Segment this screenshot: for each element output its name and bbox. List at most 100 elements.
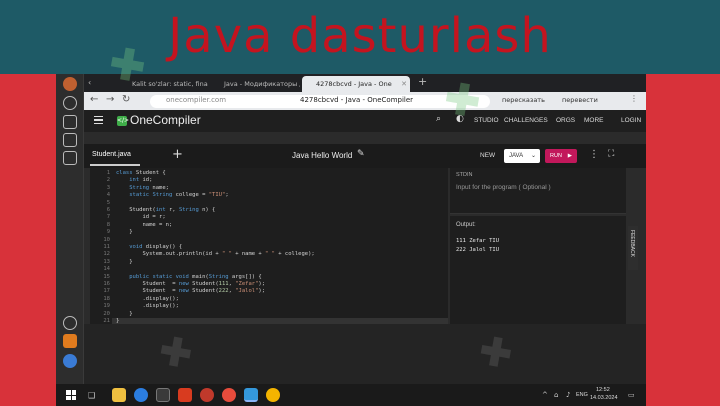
office-icon[interactable]	[178, 388, 192, 402]
line-number: 5	[106, 199, 110, 206]
add-file-icon[interactable]: +	[172, 147, 183, 162]
tray-chevron-icon[interactable]: ^	[542, 391, 548, 399]
stdin-label: STDIN	[456, 172, 473, 178]
assistant-icon[interactable]	[63, 354, 77, 368]
code-line: }	[116, 310, 133, 317]
notes-icon[interactable]	[63, 133, 77, 147]
nav-orgs[interactable]: ORGS	[556, 117, 575, 124]
code-line: Student(int r, String n) {	[116, 207, 216, 213]
feedback-label: FEEDBACK	[629, 230, 635, 257]
output-line: 222 Jalol TIU	[456, 247, 500, 253]
file-explorer-icon[interactable]	[112, 388, 126, 402]
language-indicator[interactable]: ENG	[576, 392, 588, 398]
telegram-icon[interactable]	[244, 388, 258, 402]
translate-button[interactable]: перевести	[562, 96, 598, 104]
nav-studio[interactable]: STUDIO	[474, 117, 499, 124]
page-bottom-area	[84, 324, 646, 384]
windows-start-icon[interactable]	[66, 390, 76, 400]
code-line: System.out.println(id + " " + name + " "…	[116, 251, 315, 258]
menu-icon[interactable]: ⋮	[630, 94, 638, 103]
line-number: 6	[106, 207, 110, 213]
line-number: 8	[106, 221, 110, 228]
run-label: RUN	[550, 153, 562, 159]
forward-icon[interactable]: →	[106, 94, 114, 105]
edit-title-icon[interactable]: ✎	[357, 149, 365, 159]
code-line: Student = new Student(111, "Zefar");	[116, 281, 266, 287]
code-line: }	[116, 229, 133, 236]
chrome-icon[interactable]	[266, 388, 280, 402]
line-number: 9	[106, 229, 110, 236]
fullscreen-icon[interactable]: ⛶	[608, 149, 614, 159]
project-title: Java Hello World	[292, 151, 353, 160]
stdin-panel[interactable]: STDIN Input for the program ( Optional )	[450, 168, 626, 214]
clock-icon[interactable]	[63, 96, 77, 110]
line-number: 15	[103, 273, 110, 280]
tab-back-arrow-icon[interactable]: ‹	[88, 76, 98, 92]
theme-toggle-icon[interactable]: ◐	[456, 114, 464, 124]
tab-modifiers[interactable]: Java - Модификаторы до...	[210, 76, 300, 92]
feedback-tab[interactable]: FEEDBACK	[628, 226, 638, 270]
back-icon[interactable]: ←	[90, 94, 98, 105]
brand-name[interactable]: OneCompiler	[130, 113, 201, 127]
code-line: void display() {	[129, 244, 183, 250]
line-number: 12	[103, 251, 110, 258]
line-gutter: 12345678910111213141516171819202122	[90, 168, 112, 331]
tab-label: Kalit so'zlar: static, final, yo	[132, 80, 208, 88]
network-icon[interactable]: ⌂	[554, 391, 558, 399]
line-number: 16	[103, 281, 110, 287]
add-panel-icon[interactable]	[63, 316, 77, 330]
code-line: name = n;	[116, 221, 173, 228]
onecompiler-nav: </> OneCompiler ⌕ ◐ STUDIO CHALLENGES OR…	[84, 110, 646, 132]
line-number: 19	[103, 303, 110, 310]
search-icon[interactable]: ⌕	[436, 114, 441, 124]
onecompiler-logo-icon[interactable]: </>	[117, 116, 129, 126]
code-line: int id;	[129, 177, 153, 184]
file-tab[interactable]: Student.java	[92, 151, 131, 158]
volume-icon[interactable]: ♪	[566, 391, 570, 399]
app-red-icon[interactable]	[200, 388, 214, 402]
line-number: 17	[103, 288, 110, 295]
nav-more[interactable]: MORE	[584, 117, 604, 124]
play-icon: ▶	[567, 153, 572, 159]
code-editor[interactable]: 12345678910111213141516171819202122 clas…	[90, 168, 448, 331]
edge-icon[interactable]	[134, 388, 148, 402]
url-field[interactable]: onecompiler.com 4278cbcvd - Java - OneCo…	[150, 95, 490, 108]
yandex-icon[interactable]	[222, 388, 236, 402]
reload-icon[interactable]: ↻	[122, 94, 130, 105]
code-line: public static void main(String args[]) {	[129, 273, 262, 280]
tab-close-icon[interactable]: ✕	[401, 76, 407, 92]
summarize-button[interactable]: пересказать	[502, 96, 545, 104]
tab-static-final[interactable]: Kalit so'zlar: static, final, yo	[118, 76, 208, 92]
notifications-icon[interactable]: ▭	[628, 391, 635, 399]
tab-favicon-icon	[213, 80, 221, 88]
stdin-input[interactable]: Input for the program ( Optional )	[456, 184, 551, 191]
line-number: 20	[103, 310, 110, 317]
task-view-icon[interactable]: ❑	[88, 391, 95, 400]
collections-icon[interactable]	[63, 115, 77, 129]
banner: Java dasturlash	[0, 0, 720, 74]
line-number: 13	[103, 258, 110, 265]
clock-date[interactable]: 14.03.2024	[590, 395, 618, 401]
hamburger-icon[interactable]	[94, 116, 103, 124]
tab-onecompiler[interactable]: 4278cbcvd - Java - One ✕	[302, 76, 410, 92]
code-line: .display();	[116, 295, 179, 302]
output-panel: Output: 111 Zefar TIU 222 Jalol TIU	[450, 216, 626, 324]
profile-avatar-icon[interactable]	[63, 77, 77, 91]
run-button[interactable]: RUN ▶	[545, 149, 577, 163]
editor-toolbar: Student.java + Java Hello World ✎ NEW JA…	[84, 144, 646, 168]
code-line: String name;	[129, 184, 169, 191]
nav-login[interactable]: LOGIN	[621, 117, 641, 124]
new-tab-icon[interactable]: +	[418, 75, 427, 88]
line-number: 3	[106, 184, 110, 191]
new-button[interactable]: NEW	[480, 152, 495, 159]
app-icon[interactable]	[63, 334, 77, 348]
banner-title: Java dasturlash	[168, 8, 552, 64]
media-icon[interactable]	[63, 151, 77, 165]
more-options-icon[interactable]: ⋮	[589, 149, 599, 160]
clock-time[interactable]: 12:52	[596, 387, 610, 393]
language-select[interactable]: JAVA ⌄	[504, 149, 540, 163]
nav-challenges[interactable]: CHALLENGES	[504, 117, 548, 124]
chevron-down-icon: ⌄	[530, 153, 536, 159]
store-icon[interactable]	[156, 388, 170, 402]
url-host: onecompiler.com	[166, 96, 227, 104]
